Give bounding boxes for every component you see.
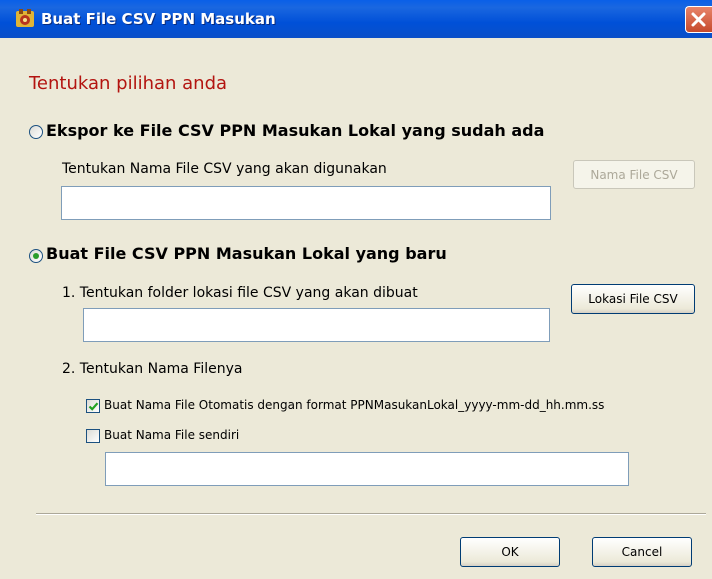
checkmark-icon xyxy=(88,402,99,411)
radio-new-file[interactable] xyxy=(29,249,43,263)
lokasi-file-csv-button[interactable]: Lokasi File CSV xyxy=(571,284,695,314)
separator-highlight xyxy=(36,514,706,515)
window-title: Buat File CSV PPN Masukan xyxy=(41,10,276,28)
radio-existing-file[interactable] xyxy=(29,125,43,139)
existing-file-name-field[interactable] xyxy=(61,186,551,220)
page-heading: Tentukan pilihan anda xyxy=(29,73,228,94)
title-bar: Buat File CSV PPN Masukan xyxy=(0,0,712,38)
existing-file-name-label: Tentukan Nama File CSV yang akan digunak… xyxy=(62,161,387,177)
folder-location-label: 1. Tentukan folder lokasi file CSV yang … xyxy=(62,285,418,301)
custom-name-checkbox[interactable] xyxy=(86,429,100,443)
cancel-button[interactable]: Cancel xyxy=(592,537,692,567)
custom-name-checkbox-label[interactable]: Buat Nama File sendiri xyxy=(104,428,239,442)
radio-new-file-label[interactable]: Buat File CSV PPN Masukan Lokal yang bar… xyxy=(46,244,447,263)
nama-file-csv-button-label: Nama File CSV xyxy=(590,167,678,182)
cancel-button-label: Cancel xyxy=(621,545,663,559)
lokasi-file-csv-button-label: Lokasi File CSV xyxy=(588,292,678,306)
radio-selected-dot xyxy=(33,253,39,259)
close-icon xyxy=(691,12,706,27)
ok-button-label: OK xyxy=(501,545,519,559)
dialog-window: Buat File CSV PPN Masukan Tentukan pilih… xyxy=(0,0,712,579)
auto-name-checkbox[interactable] xyxy=(86,399,100,413)
file-name-section-label: 2. Tentukan Nama Filenya xyxy=(62,361,243,377)
radio-existing-file-label[interactable]: Ekspor ke File CSV PPN Masukan Lokal yan… xyxy=(46,121,544,140)
app-icon xyxy=(14,8,36,30)
close-button[interactable] xyxy=(685,6,712,33)
auto-name-checkbox-label[interactable]: Buat Nama File Otomatis dengan format PP… xyxy=(104,398,604,412)
nama-file-csv-button[interactable]: Nama File CSV xyxy=(573,160,695,189)
ok-button[interactable]: OK xyxy=(460,537,560,567)
custom-file-name-field[interactable] xyxy=(105,452,629,486)
folder-location-field[interactable] xyxy=(83,308,550,342)
